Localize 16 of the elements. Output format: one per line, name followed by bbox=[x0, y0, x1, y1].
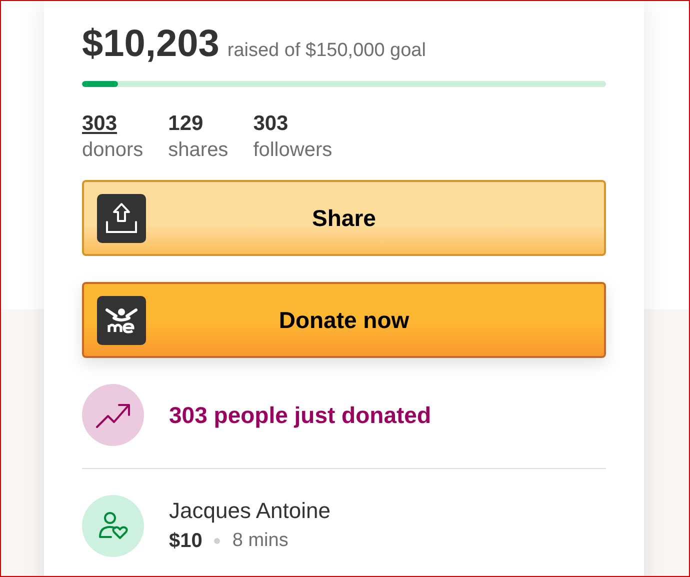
donation-amount: $10 bbox=[169, 529, 202, 554]
donation-time: 8 mins bbox=[232, 528, 288, 553]
stat-label: shares bbox=[168, 138, 228, 163]
hands-up-icon bbox=[97, 296, 146, 344]
stat-link[interactable]: 303 bbox=[82, 111, 118, 137]
stat-label: followers bbox=[253, 138, 332, 163]
stat-value: 129 bbox=[168, 111, 204, 137]
share-button[interactable]: Share bbox=[82, 180, 606, 256]
amount-raised: $10,203 bbox=[82, 22, 220, 66]
stat-label: donors bbox=[82, 138, 144, 163]
activity-text: 303 people just donated bbox=[169, 400, 431, 430]
donor-name: Jacques Antoine bbox=[169, 497, 330, 525]
donate-button[interactable]: Donate now bbox=[82, 282, 606, 358]
goal-text: raised of $150,000 goal bbox=[227, 39, 426, 63]
stat-value: 303 bbox=[253, 111, 288, 137]
share-icon bbox=[97, 194, 146, 242]
